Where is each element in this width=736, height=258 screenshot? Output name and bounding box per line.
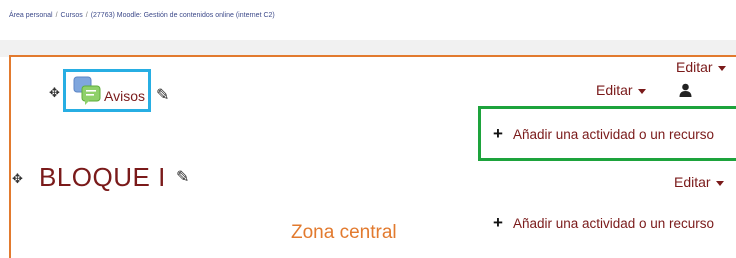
breadcrumb: Área personal / Cursos / (27763) Moodle: Ges… [9, 12, 275, 19]
section-title[interactable]: BLOQUE I [39, 162, 166, 193]
caret-down-icon [717, 65, 726, 71]
plus-icon: + [493, 124, 503, 143]
add-activity-button[interactable]: + Añadir una actividad o un recurso [493, 124, 714, 144]
breadcrumb-separator: / [85, 12, 88, 19]
avisos-link[interactable]: Avisos [104, 88, 145, 104]
edit-label: Editar [674, 174, 711, 190]
breadcrumb-item-course[interactable]: (27763) Moodle: Gestión de contenidos on… [91, 12, 275, 19]
edit-label: Editar [676, 59, 713, 75]
breadcrumb-item-area-personal[interactable]: Área personal [9, 12, 53, 19]
edit-section-pencil-icon[interactable]: ✎ [176, 170, 189, 186]
edit-label: Editar [596, 82, 633, 98]
add-activity-label: Añadir una actividad o un recurso [512, 216, 715, 231]
forum-icon [73, 76, 101, 105]
edit-title-pencil-icon[interactable]: ✎ [156, 88, 169, 104]
section-edit-menu[interactable]: Editar [676, 59, 726, 75]
add-activity-button[interactable]: + Añadir una actividad o un recurso [493, 213, 714, 233]
move-icon[interactable]: ✥ [12, 172, 23, 185]
central-zone-frame-top [9, 55, 736, 57]
plus-icon: + [493, 213, 503, 232]
breadcrumb-item-cursos[interactable]: Cursos [61, 12, 83, 19]
add-activity-label: Añadir una actividad o un recurso [512, 127, 715, 142]
avisos-highlight-box: Avisos [63, 69, 151, 112]
section-edit-menu[interactable]: Editar [674, 174, 724, 190]
zone-label: Zona central [291, 222, 397, 243]
move-icon[interactable]: ✥ [49, 86, 60, 99]
caret-down-icon [637, 88, 646, 94]
breadcrumb-separator: / [55, 12, 58, 19]
activity-edit-menu[interactable]: Editar [596, 82, 646, 98]
person-icon[interactable] [679, 83, 692, 97]
caret-down-icon [715, 180, 724, 186]
central-zone-frame-left [9, 55, 11, 258]
